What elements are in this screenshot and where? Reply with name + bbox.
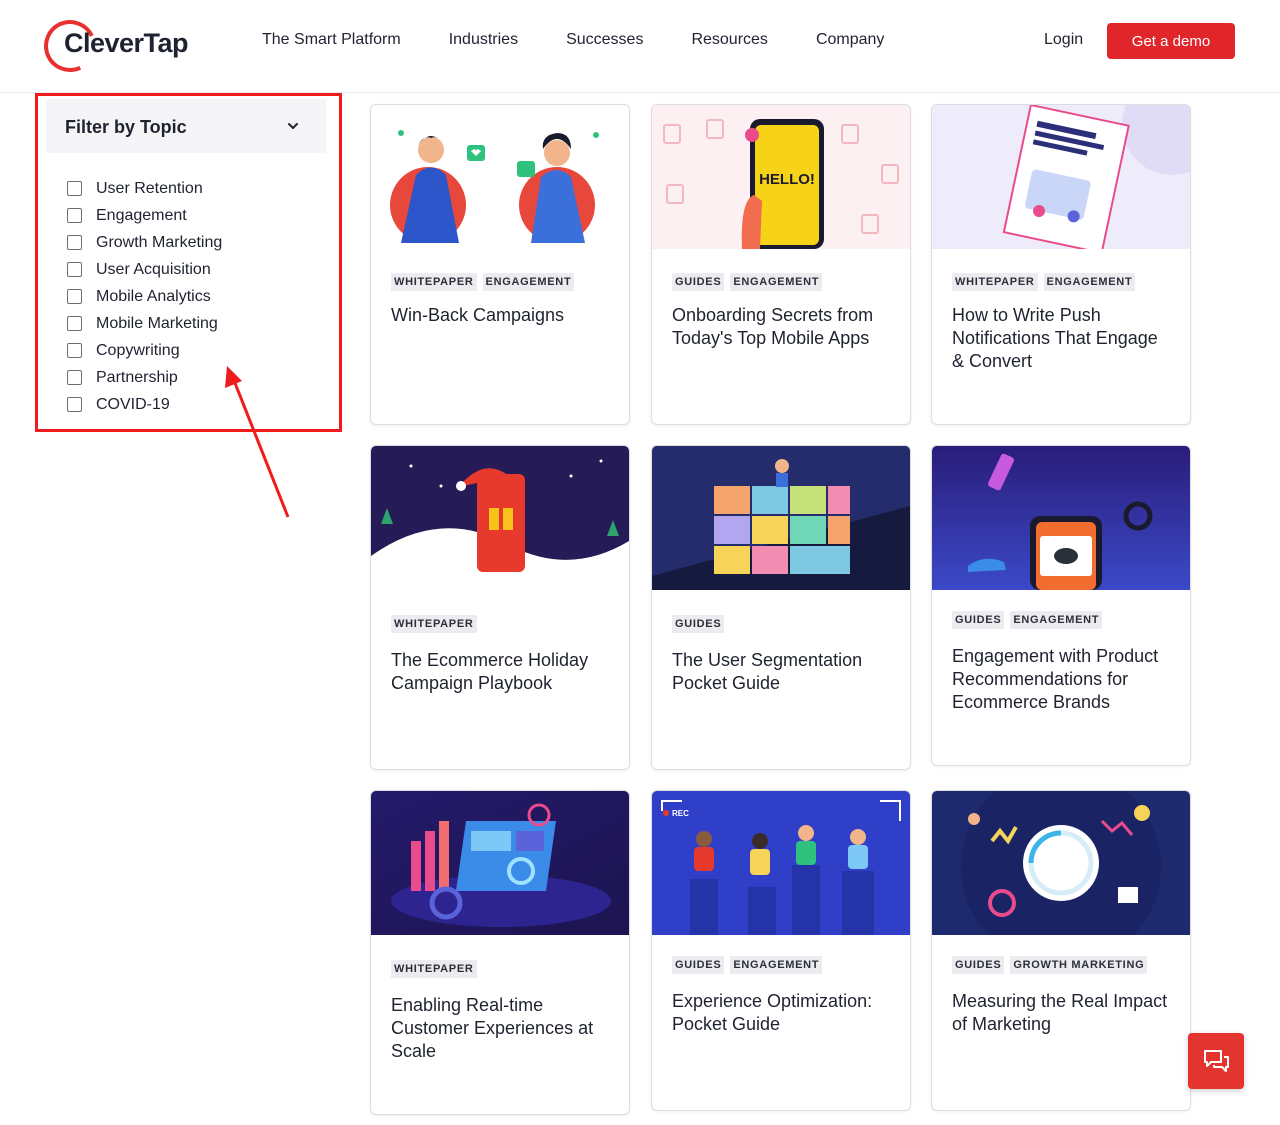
resource-card[interactable]: REC GUIDES ENGAGEMENT Experience Optimiz…: [651, 790, 911, 1111]
card-title[interactable]: Win-Back Campaigns: [391, 304, 613, 327]
tag-badge: ENGAGEMENT: [1010, 611, 1103, 629]
tag-badge: ENGAGEMENT: [482, 273, 575, 291]
chat-couple-illustration: [371, 105, 629, 249]
realtime-dashboard-illustration: [371, 791, 629, 935]
rec-label: REC: [672, 809, 689, 818]
get-demo-button[interactable]: Get a demo: [1107, 23, 1235, 59]
rec-screen-illustration: REC: [652, 791, 910, 935]
tag-badge: WHITEPAPER: [391, 615, 477, 633]
nav-item-resources[interactable]: Resources: [691, 31, 767, 49]
card-title[interactable]: How to Write Push Notifications That Eng…: [952, 304, 1174, 373]
nav-item-smart-platform[interactable]: The Smart Platform: [262, 31, 401, 49]
card-title[interactable]: Experience Optimization: Pocket Guide: [672, 990, 894, 1036]
chat-button[interactable]: [1188, 1033, 1244, 1089]
card-title[interactable]: Engagement with Product Recommendations …: [952, 645, 1174, 714]
nav-item-industries[interactable]: Industries: [449, 31, 518, 49]
tag-badge: ENGAGEMENT: [730, 956, 823, 974]
tag-badge: GUIDES: [952, 611, 1005, 629]
tag-badge: ENGAGEMENT: [730, 273, 823, 291]
resource-card[interactable]: WHITEPAPER Enabling Real-time Customer E…: [370, 790, 630, 1115]
chat-icon: [1204, 1050, 1229, 1072]
resource-card[interactable]: GUIDES The User Segmentation Pocket Guid…: [651, 445, 911, 770]
ebook-cover-illustration: [932, 105, 1190, 249]
tag-badge: GUIDES: [672, 615, 725, 633]
resource-card[interactable]: WHITEPAPER The Ecommerce Holiday Campaig…: [370, 445, 630, 770]
nav-item-successes[interactable]: Successes: [566, 31, 643, 49]
phone-screen-text: HELLO!: [759, 171, 815, 188]
resource-card[interactable]: GUIDES ENGAGEMENT Engagement with Produc…: [931, 445, 1191, 766]
login-link[interactable]: Login: [1044, 31, 1083, 49]
card-title[interactable]: The Ecommerce Holiday Campaign Playbook: [391, 649, 613, 695]
logo-text: CleverTap: [64, 28, 189, 58]
card-title[interactable]: Enabling Real-time Customer Experiences …: [391, 994, 613, 1063]
holiday-phone-illustration: [371, 446, 629, 590]
card-title[interactable]: The User Segmentation Pocket Guide: [672, 649, 894, 695]
card-title[interactable]: Onboarding Secrets from Today's Top Mobi…: [672, 304, 894, 350]
tag-badge: GUIDES: [672, 956, 725, 974]
tag-badge: WHITEPAPER: [391, 273, 477, 291]
product-recommendation-illustration: [932, 446, 1190, 590]
card-title[interactable]: Measuring the Real Impact of Marketing: [952, 990, 1174, 1036]
main-nav: The Smart Platform Industries Successes …: [262, 31, 932, 49]
nav-item-company[interactable]: Company: [816, 31, 884, 49]
resource-card[interactable]: WHITEPAPER ENGAGEMENT Win-Back Campaigns: [370, 104, 630, 425]
tag-badge: GUIDES: [672, 273, 725, 291]
tag-badge: GUIDES: [952, 956, 1005, 974]
clevertap-logo[interactable]: CleverTap: [36, 12, 204, 80]
segmentation-grid-illustration: [652, 446, 910, 590]
resource-card[interactable]: WHITEPAPER ENGAGEMENT How to Write Push …: [931, 104, 1191, 425]
resource-card[interactable]: HELLO! GUIDES ENGAGEMENT Onboarding Secr…: [651, 104, 911, 425]
tag-badge: WHITEPAPER: [391, 960, 477, 978]
annotation-highlight-box: [35, 93, 342, 432]
tag-badge: WHITEPAPER: [952, 273, 1038, 291]
impact-gauge-illustration: [932, 791, 1190, 935]
site-header: CleverTap The Smart Platform Industries …: [0, 0, 1280, 93]
hello-phone-illustration: HELLO!: [652, 105, 910, 249]
tag-badge: ENGAGEMENT: [1043, 273, 1136, 291]
tag-badge: GROWTH MARKETING: [1010, 956, 1148, 974]
resource-card[interactable]: GUIDES GROWTH MARKETING Measuring the Re…: [931, 790, 1191, 1111]
